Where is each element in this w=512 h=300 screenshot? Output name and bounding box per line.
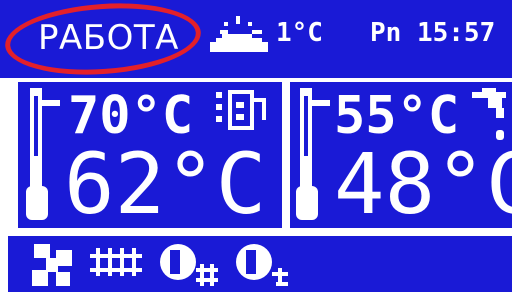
cloud-sun-icon: [210, 16, 268, 52]
thermometer-icon: [26, 88, 60, 220]
pump-dhw-icon: [236, 244, 288, 286]
outside-temperature: 1°C: [276, 18, 323, 48]
hot-water-current-temp: 48°C: [334, 135, 512, 233]
boiler-icon: [216, 90, 266, 130]
pump-heating-icon: [160, 244, 218, 286]
controller-screen: РАБОТА 1°C Pn 15:57 70°C 62°C 55°C 48°C: [0, 0, 512, 300]
day-time-display: Pn 15:57: [370, 18, 496, 48]
thermometer-icon: [296, 88, 330, 220]
boiler-current-temp: 62°C: [64, 135, 267, 233]
feeder-icon: [90, 248, 142, 276]
fan-icon: [32, 244, 72, 286]
